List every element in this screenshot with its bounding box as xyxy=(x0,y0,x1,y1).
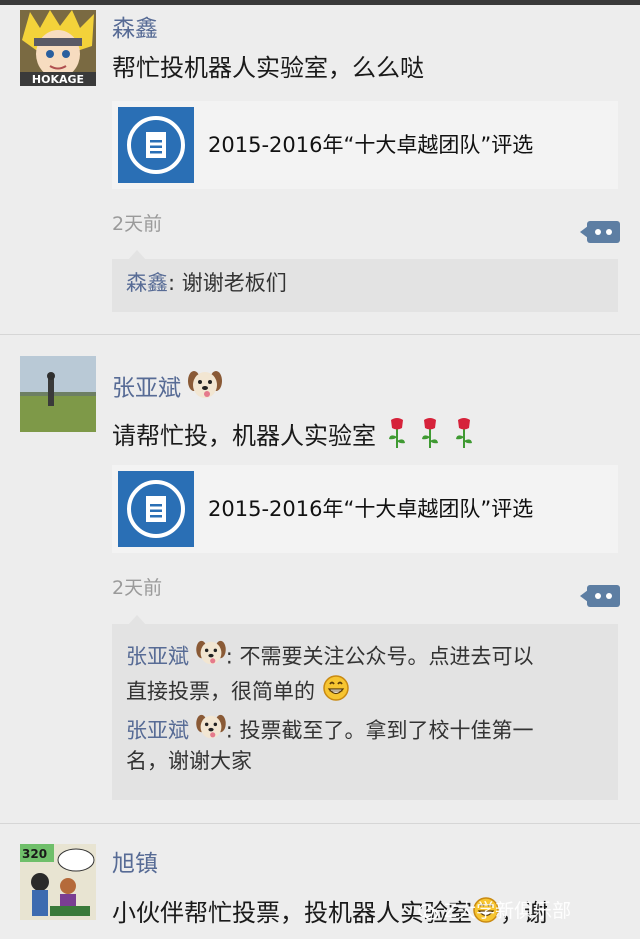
author-name[interactable]: 旭镇 xyxy=(112,849,158,879)
rose-icon xyxy=(451,417,477,457)
comment[interactable]: 张亚斌 : 投票截至了。拿到了校十佳第一 xyxy=(126,714,533,749)
comment-sep: : xyxy=(225,644,240,669)
comment-area: 张亚斌 : 不需要关注公众号。点进去可以 直接投票，很简单的 张亚斌 : 投票截… xyxy=(112,615,618,800)
dog-emoji-icon xyxy=(188,370,223,408)
grin-emoji-icon xyxy=(322,674,350,711)
svg-text:HOKAGE: HOKAGE xyxy=(32,73,84,86)
dog-emoji-icon xyxy=(195,714,226,749)
dog-emoji-icon xyxy=(195,640,226,675)
comment-text: 谢谢老板们 xyxy=(181,271,287,295)
avatar[interactable]: 320 xyxy=(20,844,96,920)
rose-icon xyxy=(384,417,410,457)
comment-continuation: 直接投票，很简单的 xyxy=(126,674,350,711)
post-time: 2天前 xyxy=(112,213,163,235)
comment-text: 投票截至了。拿到了校十佳第一 xyxy=(239,718,534,743)
moment-post: 张亚斌 请帮忙投，机器人实验室 2015-2016年“十大卓越团队”评选 2天前… xyxy=(0,335,640,823)
avatar[interactable] xyxy=(20,356,96,432)
watermark: Z大学新俱乐部 xyxy=(418,896,571,923)
link-card[interactable]: 2015-2016年“十大卓越团队”评选 xyxy=(112,101,618,189)
commenter-name[interactable]: 森鑫 xyxy=(126,271,168,295)
comment-more-icon[interactable] xyxy=(580,220,620,244)
comment-area: 森鑫: 谢谢老板们 xyxy=(112,250,618,312)
article-icon xyxy=(118,107,194,183)
post-text: 帮忙投机器人实验室，么么哒 xyxy=(112,54,424,82)
comment-continuation: 名，谢谢大家 xyxy=(126,746,252,777)
comment-text: 名，谢谢大家 xyxy=(126,749,252,773)
card-title: 2015-2016年“十大卓越团队”评选 xyxy=(208,497,534,521)
commenter-name[interactable]: 张亚斌 xyxy=(126,645,189,669)
author-name[interactable]: 森鑫 xyxy=(112,14,158,44)
comment-sep: : xyxy=(225,718,240,743)
comment-more-icon[interactable] xyxy=(580,584,620,608)
comment[interactable]: 张亚斌 : 不需要关注公众号。点进去可以 xyxy=(126,640,533,675)
comment[interactable]: 森鑫: 谢谢老板们 xyxy=(126,268,287,299)
moment-post: HOKAGE 森鑫 帮忙投机器人实验室，么么哒 2015-2016年“十大卓越团… xyxy=(0,0,640,335)
rose-icon xyxy=(417,417,443,457)
avatar[interactable]: HOKAGE xyxy=(20,10,96,86)
card-title: 2015-2016年“十大卓越团队”评选 xyxy=(208,133,534,157)
article-icon xyxy=(118,471,194,547)
comment-text: 直接投票，很简单的 xyxy=(126,679,315,704)
author-name[interactable]: 张亚斌 xyxy=(112,370,223,408)
post-time: 2天前 xyxy=(112,577,163,599)
link-card[interactable]: 2015-2016年“十大卓越团队”评选 xyxy=(112,465,618,553)
commenter-name[interactable]: 张亚斌 xyxy=(126,719,189,743)
svg-text:320: 320 xyxy=(22,847,47,861)
post-text: 请帮忙投，机器人实验室 xyxy=(112,417,477,457)
comment-sep: : xyxy=(168,271,182,295)
comment-text: 不需要关注公众号。点进去可以 xyxy=(239,644,534,669)
